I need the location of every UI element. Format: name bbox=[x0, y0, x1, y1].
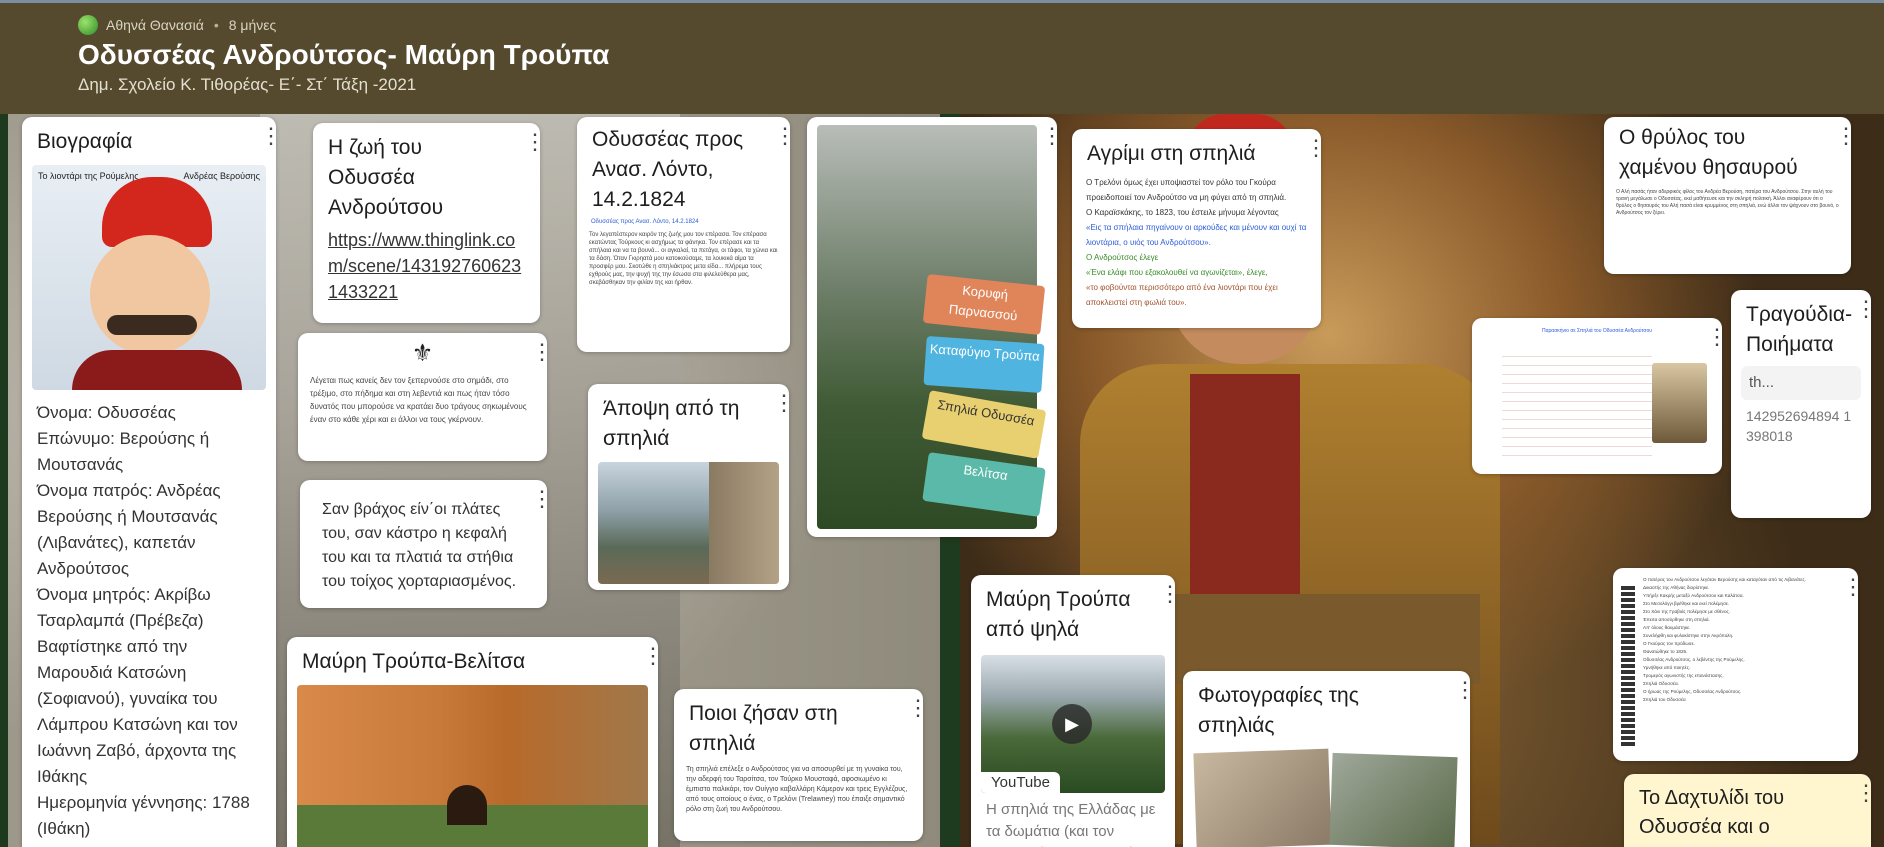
cave-photo-2[interactable] bbox=[1329, 752, 1458, 847]
face-shape bbox=[90, 235, 210, 355]
more-options-icon[interactable] bbox=[531, 343, 537, 361]
belitsa-image[interactable] bbox=[297, 685, 648, 847]
sign-yellow: Σπηλιά Οδυσσέα bbox=[921, 390, 1047, 459]
more-options-icon[interactable] bbox=[260, 127, 266, 145]
more-options-icon[interactable] bbox=[1835, 127, 1841, 145]
card-letter[interactable]: Οδυσσέας προς Ανασ. Λόντο, 14.2.1824 Οδυ… bbox=[577, 117, 790, 352]
card-treasure[interactable]: Ο θρύλος του χαμένου θησαυρού Ο Αλή πασά… bbox=[1604, 117, 1851, 274]
who-lived-text: Τη σπηλιά επέλεξε ο Ανδρούτσος για να απ… bbox=[686, 766, 908, 813]
more-options-icon[interactable] bbox=[1305, 139, 1311, 157]
decorative-border bbox=[1621, 586, 1635, 746]
notes-lines bbox=[1502, 348, 1652, 458]
sign-teal: Βελίτσα bbox=[922, 452, 1046, 517]
more-options-icon[interactable] bbox=[642, 647, 648, 665]
author-avatar[interactable] bbox=[78, 15, 98, 35]
wild-text-6: «το φοβούνται περισσότερο από ένα λιοντά… bbox=[1086, 283, 1278, 307]
card-ring[interactable]: Το Δαχτυλίδι του Οδυσσέα και ο bbox=[1624, 774, 1871, 847]
more-options-icon[interactable] bbox=[1454, 681, 1460, 699]
mustache-shape bbox=[107, 315, 197, 335]
card-title: Φωτογραφίες της σπηλιάς bbox=[1198, 684, 1359, 737]
card-who-lived[interactable]: Ποιοι ζήσαν στη σπηλιά Τη σπηλιά επέλεξε… bbox=[674, 689, 923, 841]
card-title: Αγρίμι στη σπηλιά bbox=[1087, 142, 1256, 165]
card-title: Μαύρη Τρούπα-Βελίτσα bbox=[302, 650, 526, 673]
card-signs-photo[interactable]: Κορυφή Παρνασσού Καταφύγιο Τρούπα Σπηλιά… bbox=[807, 117, 1057, 537]
author-name[interactable]: Αθηνά Θανασιά bbox=[106, 17, 204, 33]
video-description: Η σπηλιά της Ελλάδας με τα δωμάτια (και … bbox=[986, 801, 1156, 847]
wild-text-4: Ο Ανδρούτσος έλεγε bbox=[1086, 253, 1159, 262]
card-from-above[interactable]: Μαύρη Τρούπα από ψηλά ▶ YouTube Η σπηλιά… bbox=[971, 575, 1175, 847]
more-options-icon[interactable] bbox=[774, 127, 780, 145]
cliff-shape bbox=[709, 462, 779, 584]
image-caption-left: Το λιοντάρι της Ρούμελης bbox=[38, 171, 139, 181]
signs-image[interactable]: Κορυφή Παρνασσού Καταφύγιο Τρούπα Σπηλιά… bbox=[817, 125, 1047, 529]
link-preview[interactable]: th... bbox=[1741, 366, 1861, 400]
card-songs[interactable]: Τραγούδια-Ποιήματα th... 142952694894 13… bbox=[1731, 290, 1871, 518]
sign-orange: Κορυφή Παρνασσού bbox=[922, 273, 1046, 336]
more-options-icon[interactable] bbox=[531, 490, 537, 508]
card-title: Ποιοι ζήσαν στη σπηλιά bbox=[689, 702, 838, 755]
treasure-text: Ο Αλή πασάς ήταν αδερφικός φίλος του Ανδ… bbox=[1616, 189, 1839, 216]
acrostic-text: Ο πατέρας του Ανδρούτσου λεγόταν Βερούση… bbox=[1643, 577, 1806, 702]
biography-text: Όνομα: Οδυσσέας Επώνυμο: Βερούσης ή Μουτ… bbox=[37, 403, 250, 838]
card-title: Βιογραφία bbox=[37, 130, 133, 153]
song-link-id[interactable]: 142952694894 1398018 bbox=[1731, 400, 1871, 452]
card-wild-animal[interactable]: Αγρίμι στη σπηλιά Ο Τρελόνι όμως έχει υπ… bbox=[1072, 129, 1321, 328]
document-heading: Οδυσσέας προς Ανασ. Λόντο, 14.2.1824 bbox=[591, 219, 699, 225]
portrait-image[interactable]: Το λιοντάρι της Ρούμελης Ανδρέας Βερούση… bbox=[32, 165, 266, 390]
card-acrostic[interactable]: Ο πατέρας του Ανδρούτσου λεγόταν Βερούση… bbox=[1613, 568, 1858, 761]
thinglink-link[interactable]: https://www.thinglink.com/scene/14319276… bbox=[313, 223, 540, 309]
more-options-icon[interactable] bbox=[1855, 300, 1861, 318]
more-options-icon[interactable] bbox=[1706, 328, 1712, 346]
more-options-icon[interactable] bbox=[907, 699, 913, 717]
ornament-icon: ⚜ bbox=[411, 340, 434, 367]
separator-dot: • bbox=[213, 17, 219, 33]
card-notes[interactable]: Παρασκήνιο σε Σπηλιά του Οδυσσέα Ανδρούτ… bbox=[1472, 318, 1722, 474]
rider-image bbox=[1652, 363, 1707, 443]
card-title: Άποψη από τη σπηλιά bbox=[603, 397, 740, 450]
card-quote[interactable]: ⚜ Λέγεται πως κανείς δεν τον ξεπερνούσε … bbox=[298, 333, 547, 461]
card-title: Μαύρη Τρούπα από ψηλά bbox=[986, 588, 1131, 641]
more-options-icon[interactable] bbox=[1159, 585, 1165, 603]
board-header: Αθηνά Θανασιά • 8 μήνες Οδυσσέας Ανδρούτ… bbox=[0, 0, 1884, 114]
more-options-icon[interactable] bbox=[1855, 784, 1861, 802]
wild-text-1: Ο Τρελόνι όμως έχει υποψιαστεί τον ρόλο … bbox=[1086, 178, 1287, 202]
author-meta: Αθηνά Θανασιά • 8 μήνες bbox=[78, 15, 276, 35]
jacket-shape bbox=[72, 350, 242, 390]
more-options-icon[interactable] bbox=[773, 394, 779, 412]
card-title: Το Δαχτυλίδι του Οδυσσέα και ο bbox=[1639, 787, 1785, 838]
wild-text: Ο Τρελόνι όμως έχει υποψιαστεί τον ρόλο … bbox=[1072, 169, 1321, 316]
card-belitsa[interactable]: Μαύρη Τρούπα-Βελίτσα bbox=[287, 637, 658, 847]
youtube-badge: YouTube bbox=[981, 772, 1060, 793]
more-options-icon[interactable] bbox=[1842, 578, 1848, 596]
card-cave-photos[interactable]: Φωτογραφίες της σπηλιάς bbox=[1183, 671, 1470, 847]
poem-text: Σαν βράχος είν΄οι πλάτες του, σαν κάστρο… bbox=[322, 501, 517, 590]
board-subtitle: Δημ. Σχολείο Κ. Τιθορέας- Ε΄- Στ΄ Τάξη -… bbox=[78, 75, 417, 94]
card-poem[interactable]: Σαν βράχος είν΄οι πλάτες του, σαν κάστρο… bbox=[300, 480, 547, 608]
more-options-icon[interactable] bbox=[1041, 127, 1047, 145]
card-title: Ο θρύλος του χαμένου θησαυρού bbox=[1619, 126, 1798, 179]
edge-strip bbox=[0, 114, 8, 847]
card-title: Οδυσσέας προς Ανασ. Λόντο, 14.2.1824 bbox=[592, 128, 744, 211]
wild-text-5: «Ένα ελάφι που εξακολουθεί να αγωνίζεται… bbox=[1086, 268, 1268, 277]
board-title: Οδυσσέας Ανδρούτσος- Μαύρη Τρούπα bbox=[78, 39, 610, 70]
more-options-icon[interactable] bbox=[524, 133, 530, 151]
view-image[interactable] bbox=[598, 462, 779, 584]
card-biography[interactable]: Βιογραφία Το λιοντάρι της Ρούμελης Ανδρέ… bbox=[22, 117, 276, 847]
notes-heading: Παρασκήνιο σε Σπηλιά του Οδυσσέα Ανδρούτ… bbox=[1541, 328, 1653, 334]
card-view[interactable]: Άποψη από τη σπηλιά bbox=[588, 384, 789, 590]
document-body: Τον λεγαπέστερον καιρόν της ζωής μου τον… bbox=[589, 232, 778, 286]
wild-text-3: «Εις τα σπήλαια πηγαίνουν οι αρκούδες κα… bbox=[1086, 223, 1307, 247]
card-life[interactable]: Η ζωή του Οδυσσέα Ανδρούτσου https://www… bbox=[313, 123, 540, 323]
card-title: Τραγούδια-Ποιήματα bbox=[1746, 303, 1853, 356]
cave-photo-1[interactable] bbox=[1193, 748, 1332, 847]
post-age: 8 μήνες bbox=[228, 17, 277, 33]
quote-text: Λέγεται πως κανείς δεν τον ξεπερνούσε στ… bbox=[310, 376, 527, 424]
image-caption-right: Ανδρέας Βερούσης bbox=[183, 171, 260, 181]
video-thumbnail[interactable]: ▶ YouTube bbox=[981, 655, 1165, 793]
sign-blue: Καταφύγιο Τρούπα bbox=[923, 335, 1045, 394]
cave-opening bbox=[447, 785, 487, 825]
play-icon[interactable]: ▶ bbox=[1052, 704, 1092, 744]
card-title: Η ζωή του Οδυσσέα Ανδρούτσου bbox=[328, 136, 444, 219]
wild-text-2: Ο Καραϊσκάκης, το 1823, του έστειλε μήνυ… bbox=[1086, 208, 1279, 217]
